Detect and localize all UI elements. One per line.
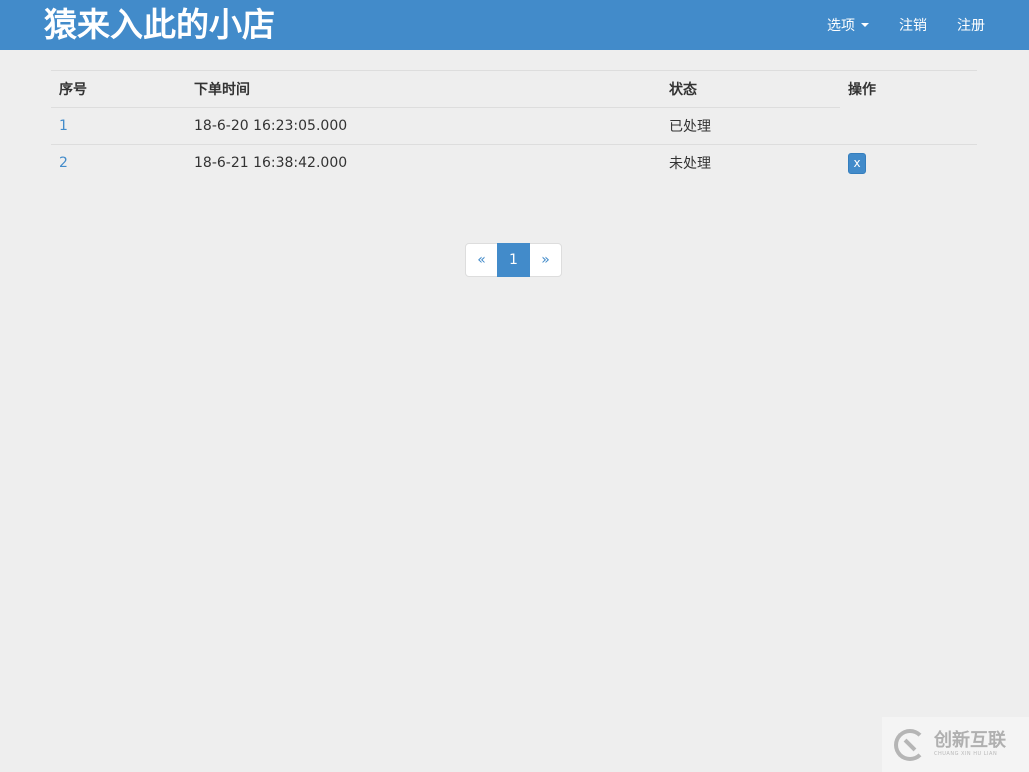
status-cell: 已处理 xyxy=(669,119,711,135)
header-status: 状态 xyxy=(661,70,840,108)
pagination: « 1 » xyxy=(465,243,562,277)
order-id-link[interactable]: 2 xyxy=(59,155,68,171)
watermark-logo: 创新互联 CHUANG XIN HU LIAN xyxy=(882,717,1029,772)
options-label: 选项 xyxy=(827,18,855,34)
top-navbar: 猿来入此的小店 选项 注销 注册 xyxy=(0,0,1029,50)
pagination-next-button[interactable]: » xyxy=(529,243,562,277)
watermark-text: 创新互联 CHUANG XIN HU LIAN xyxy=(934,731,1006,758)
header-order-time: 下单时间 xyxy=(186,70,661,108)
header-action: 操作 xyxy=(848,82,876,99)
order-id-link[interactable]: 1 xyxy=(59,118,68,134)
table-row: 2 18-6-21 16:38:42.000 未处理 x xyxy=(51,144,977,182)
action-cell: x xyxy=(840,144,977,182)
watermark-sub-text: CHUANG XIN HU LIAN xyxy=(934,751,998,757)
order-time-cell: 18-6-21 16:38:42.000 xyxy=(186,144,661,182)
order-time-cell: 18-6-20 16:23:05.000 xyxy=(194,118,348,134)
status-cell: 未处理 xyxy=(661,144,840,182)
caret-down-icon xyxy=(861,23,869,27)
pagination-page-1[interactable]: 1 xyxy=(497,243,530,277)
orders-table-container: 序号 下单时间 状态 操作 1 18-6-20 16:23:05.000 已处理… xyxy=(51,70,977,182)
table-header-row: 序号 下单时间 状态 操作 xyxy=(51,70,977,108)
brand-title[interactable]: 猿来入此的小店 xyxy=(44,3,275,47)
options-dropdown[interactable]: 选项 xyxy=(827,15,869,35)
watermark-logo-icon xyxy=(894,728,926,761)
action-cell xyxy=(840,108,977,145)
header-index: 序号 xyxy=(51,70,186,108)
delete-order-button[interactable]: x xyxy=(848,152,866,174)
table-row: 1 18-6-20 16:23:05.000 已处理 xyxy=(51,108,977,145)
orders-table: 序号 下单时间 状态 操作 1 18-6-20 16:23:05.000 已处理… xyxy=(51,70,977,182)
logout-link[interactable]: 注销 xyxy=(899,15,927,35)
navbar-menu: 选项 注销 注册 xyxy=(797,0,985,50)
pagination-prev-button[interactable]: « xyxy=(465,243,498,277)
watermark-main-text: 创新互联 xyxy=(934,730,1006,751)
register-link[interactable]: 注册 xyxy=(957,15,985,35)
